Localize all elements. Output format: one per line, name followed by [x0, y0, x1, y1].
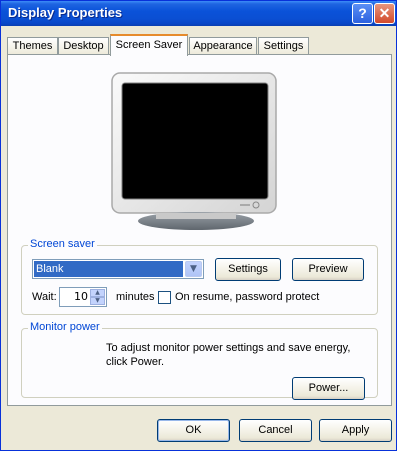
password-protect-checkbox[interactable] — [158, 291, 171, 304]
preview-button[interactable]: Preview — [292, 258, 364, 281]
screen-saver-select-value: Blank — [34, 261, 183, 277]
monitor-power-group: Monitor power To adjust monitor power se… — [21, 321, 378, 400]
apply-button[interactable]: Apply — [319, 419, 392, 442]
chevron-down-icon[interactable]: ▼ — [185, 261, 202, 277]
screen-saver-panel: Screen saver Blank ▼ Settings Preview Wa… — [7, 54, 392, 406]
password-protect-label[interactable]: On resume, password protect — [175, 291, 319, 303]
cancel-button[interactable]: Cancel — [239, 419, 312, 442]
wait-label: Wait: — [32, 291, 57, 303]
close-icon[interactable]: ✕ — [374, 3, 395, 24]
display-properties-window: Display Properties ? ✕ Themes Desktop Sc… — [0, 0, 397, 451]
tab-settings[interactable]: Settings — [258, 37, 309, 55]
title-bar[interactable]: Display Properties ? ✕ — [1, 1, 396, 26]
spin-up-icon[interactable]: ▲ — [90, 289, 105, 297]
monitor-power-group-label: Monitor power — [28, 321, 102, 333]
ok-button[interactable]: OK — [157, 419, 230, 442]
wait-minutes-stepper[interactable]: 10 ▲ ▼ — [59, 287, 107, 307]
screen-saver-group: Screen saver Blank ▼ Settings Preview Wa… — [21, 238, 378, 315]
tab-appearance[interactable]: Appearance — [189, 37, 257, 55]
wait-value: 10 — [74, 290, 88, 303]
monitor-icon — [111, 72, 277, 230]
monitor-power-description: To adjust monitor power settings and sav… — [106, 342, 351, 368]
tab-desktop[interactable]: Desktop — [58, 37, 109, 55]
tab-screen-saver[interactable]: Screen Saver — [110, 34, 188, 56]
minutes-label: minutes — [116, 291, 155, 303]
screen-saver-select[interactable]: Blank ▼ — [32, 259, 204, 279]
power-button[interactable]: Power... — [292, 377, 365, 400]
tab-themes[interactable]: Themes — [7, 37, 58, 55]
window-title: Display Properties — [8, 5, 123, 20]
spin-down-icon[interactable]: ▼ — [90, 297, 105, 305]
help-icon[interactable]: ? — [352, 3, 373, 24]
settings-button[interactable]: Settings — [215, 258, 281, 281]
screen-saver-group-label: Screen saver — [28, 238, 97, 250]
